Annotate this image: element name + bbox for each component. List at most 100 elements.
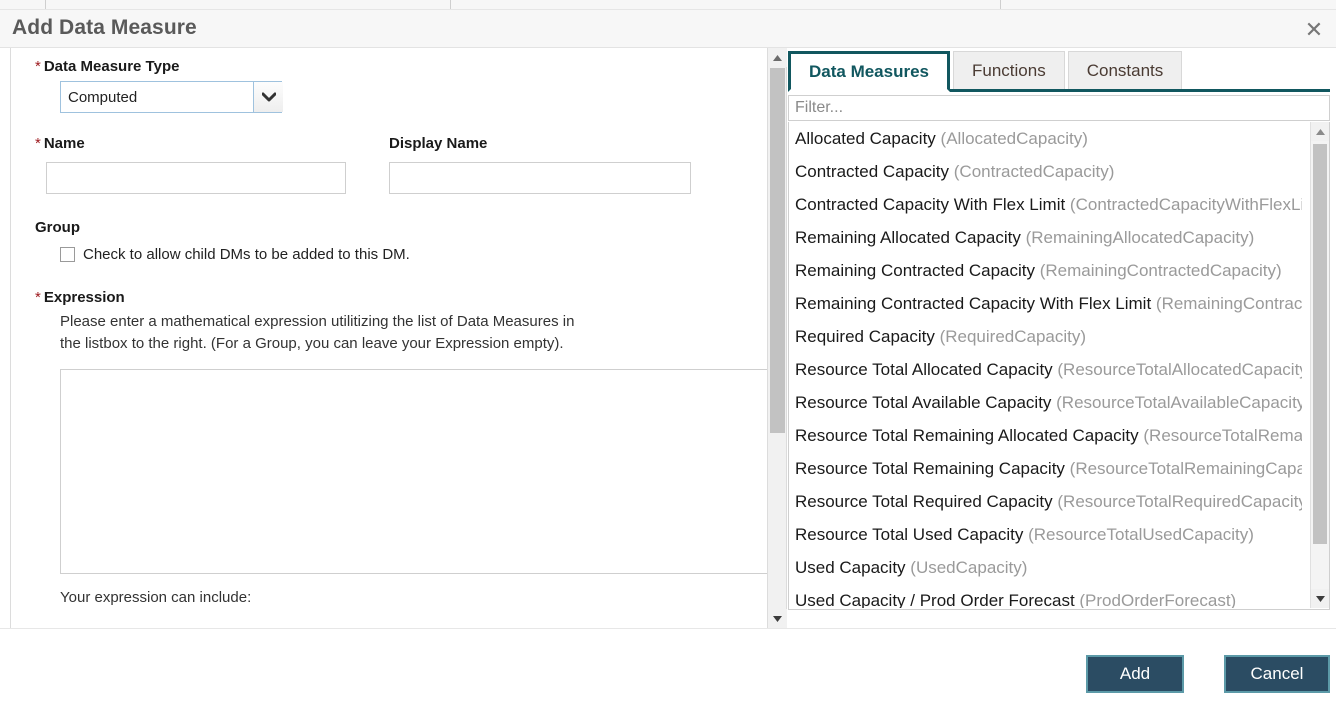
expression-help-line-2: the listbox to the right. (For a Group, … — [60, 333, 670, 355]
list-item[interactable]: Required Capacity (RequiredCapacity) — [789, 320, 1302, 353]
dialog-body: *Data Measure Type Computed *Name — [0, 48, 1336, 628]
background-divider — [45, 0, 46, 9]
list-item-name: Required Capacity — [795, 327, 935, 346]
dialog-footer: Add Cancel — [0, 628, 1336, 712]
list-item[interactable]: Resource Total Remaining Capacity (Resou… — [789, 452, 1302, 485]
list-item[interactable]: Contracted Capacity With Flex Limit (Con… — [789, 188, 1302, 221]
list-item-code: (ResourceTotalAvailableCapacity) — [1051, 393, 1302, 412]
scroll-down-icon[interactable] — [768, 609, 787, 628]
expression-label-row: *Expression — [35, 289, 767, 307]
data-measures-listbox[interactable]: Allocated Capacity (AllocatedCapacity)Co… — [788, 122, 1330, 610]
group-checkbox-row[interactable]: Check to allow child DMs to be added to … — [60, 246, 767, 263]
list-item[interactable]: Resource Total Required Capacity (Resour… — [789, 485, 1302, 518]
page-title: Add Data Measure — [12, 16, 197, 40]
list-scroll-up-icon[interactable] — [1311, 122, 1329, 141]
list-item[interactable]: Remaining Allocated Capacity (RemainingA… — [789, 221, 1302, 254]
group-label: Group — [35, 219, 767, 236]
list-item-code: (ContractedCapacityWithFlexLimit) — [1065, 195, 1302, 214]
required-marker: * — [35, 289, 41, 306]
list-item[interactable]: Resource Total Remaining Allocated Capac… — [789, 419, 1302, 452]
display-name-input[interactable] — [389, 162, 691, 194]
list-item[interactable]: Contracted Capacity (ContractedCapacity) — [789, 155, 1302, 188]
list-item-name: Allocated Capacity — [795, 129, 936, 148]
display-name-label: Display Name — [389, 135, 487, 152]
group-checkbox-label: Check to allow child DMs to be added to … — [83, 246, 410, 263]
list-item-code: (ResourceTotalRemainingCapacity) — [1065, 459, 1302, 478]
list-item-name: Used Capacity — [795, 558, 906, 577]
list-item[interactable]: Resource Total Used Capacity (ResourceTo… — [789, 518, 1302, 551]
add-button-label: Add — [1120, 664, 1150, 684]
expression-label: Expression — [44, 289, 125, 306]
list-item-name: Resource Total Available Capacity — [795, 393, 1051, 412]
list-item-code: (ResourceTotalAllocatedCapacity) — [1053, 360, 1302, 379]
expression-help-line-1: Please enter a mathematical expression u… — [60, 311, 670, 333]
list-item-name: Resource Total Required Capacity — [795, 492, 1053, 511]
list-item[interactable]: Remaining Contracted Capacity (Remaining… — [789, 254, 1302, 287]
list-item-code: (ProdOrderForecast) — [1075, 591, 1237, 608]
list-item[interactable]: Resource Total Allocated Capacity (Resou… — [789, 353, 1302, 386]
required-marker: * — [35, 58, 41, 75]
left-form-pane: *Data Measure Type Computed *Name — [10, 48, 767, 628]
data-measure-type-value[interactable]: Computed — [60, 81, 282, 113]
list-item-code: (RemainingContractedCapacityWithFlexLimi… — [1151, 294, 1302, 313]
left-pane-scrollbar[interactable] — [767, 48, 787, 628]
background-divider — [450, 0, 451, 9]
list-item-name: Resource Total Used Capacity — [795, 525, 1023, 544]
list-item-name: Contracted Capacity — [795, 162, 949, 181]
list-item-code: (ResourceTotalRequiredCapacity) — [1053, 492, 1302, 511]
add-button[interactable]: Add — [1086, 655, 1184, 693]
list-item-code: (ResourceTotalRemainingAllocatedCapacity… — [1139, 426, 1302, 445]
background-divider — [1000, 0, 1001, 9]
list-scrollbar[interactable] — [1310, 122, 1329, 608]
filter-input[interactable] — [788, 95, 1330, 121]
scroll-up-icon[interactable] — [768, 48, 787, 67]
list-item[interactable]: Allocated Capacity (AllocatedCapacity) — [789, 122, 1302, 155]
tab-constants-label: Constants — [1087, 61, 1164, 81]
data-measure-type-field: *Data Measure Type — [35, 58, 767, 76]
list-item[interactable]: Remaining Contracted Capacity With Flex … — [789, 287, 1302, 320]
name-field-label-row: *Name — [35, 135, 389, 153]
list-item[interactable]: Resource Total Available Capacity (Resou… — [789, 386, 1302, 419]
reference-tabs: Data Measures Functions Constants — [788, 52, 1330, 92]
list-item-code: (UsedCapacity) — [906, 558, 1028, 577]
add-data-measure-dialog: Add Data Measure ✕ *Data Measure Type Co… — [0, 0, 1336, 712]
list-scrollport: Allocated Capacity (AllocatedCapacity)Co… — [789, 122, 1302, 608]
background-strip — [0, 0, 1336, 10]
name-label: Name — [44, 135, 85, 152]
dialog-titlebar: Add Data Measure ✕ — [0, 10, 1336, 48]
list-scroll-thumb[interactable] — [1313, 144, 1327, 544]
required-marker: * — [35, 135, 41, 152]
expression-textarea[interactable] — [60, 369, 767, 574]
tab-functions[interactable]: Functions — [953, 51, 1065, 89]
tab-data-measures-label: Data Measures — [809, 62, 929, 82]
list-item[interactable]: Used Capacity / Prod Order Forecast (Pro… — [789, 584, 1302, 608]
list-item-name: Resource Total Remaining Allocated Capac… — [795, 426, 1139, 445]
list-item-code: (ContractedCapacity) — [949, 162, 1114, 181]
tab-constants[interactable]: Constants — [1068, 51, 1183, 89]
list-item-name: Remaining Contracted Capacity With Flex … — [795, 294, 1151, 313]
list-item-name: Remaining Allocated Capacity — [795, 228, 1021, 247]
cancel-button[interactable]: Cancel — [1224, 655, 1330, 693]
data-measure-type-dropdown[interactable]: Computed — [60, 81, 284, 113]
expression-include-text: Your expression can include: — [60, 589, 767, 606]
chevron-down-icon[interactable] — [253, 82, 283, 112]
list-scroll-down-icon[interactable] — [1311, 589, 1329, 608]
close-icon[interactable]: ✕ — [1300, 16, 1328, 44]
cancel-button-label: Cancel — [1251, 664, 1304, 684]
list-item-code: (AllocatedCapacity) — [936, 129, 1088, 148]
list-item-name: Resource Total Allocated Capacity — [795, 360, 1053, 379]
list-item-code: (RequiredCapacity) — [935, 327, 1086, 346]
list-item-code: (RemainingContractedCapacity) — [1035, 261, 1282, 280]
list-item-name: Resource Total Remaining Capacity — [795, 459, 1065, 478]
left-scroll-thumb[interactable] — [770, 68, 785, 433]
display-name-label-row: Display Name — [389, 135, 729, 153]
name-input[interactable] — [46, 162, 346, 194]
list-item[interactable]: Used Capacity (UsedCapacity) — [789, 551, 1302, 584]
right-reference-pane: Data Measures Functions Constants Alloca… — [788, 52, 1330, 624]
data-measure-type-label: Data Measure Type — [44, 58, 180, 75]
group-checkbox[interactable] — [60, 247, 75, 262]
tab-data-measures[interactable]: Data Measures — [788, 51, 950, 92]
list-item-name: Used Capacity / Prod Order Forecast — [795, 591, 1075, 608]
list-item-code: (RemainingAllocatedCapacity) — [1021, 228, 1254, 247]
tab-functions-label: Functions — [972, 61, 1046, 81]
